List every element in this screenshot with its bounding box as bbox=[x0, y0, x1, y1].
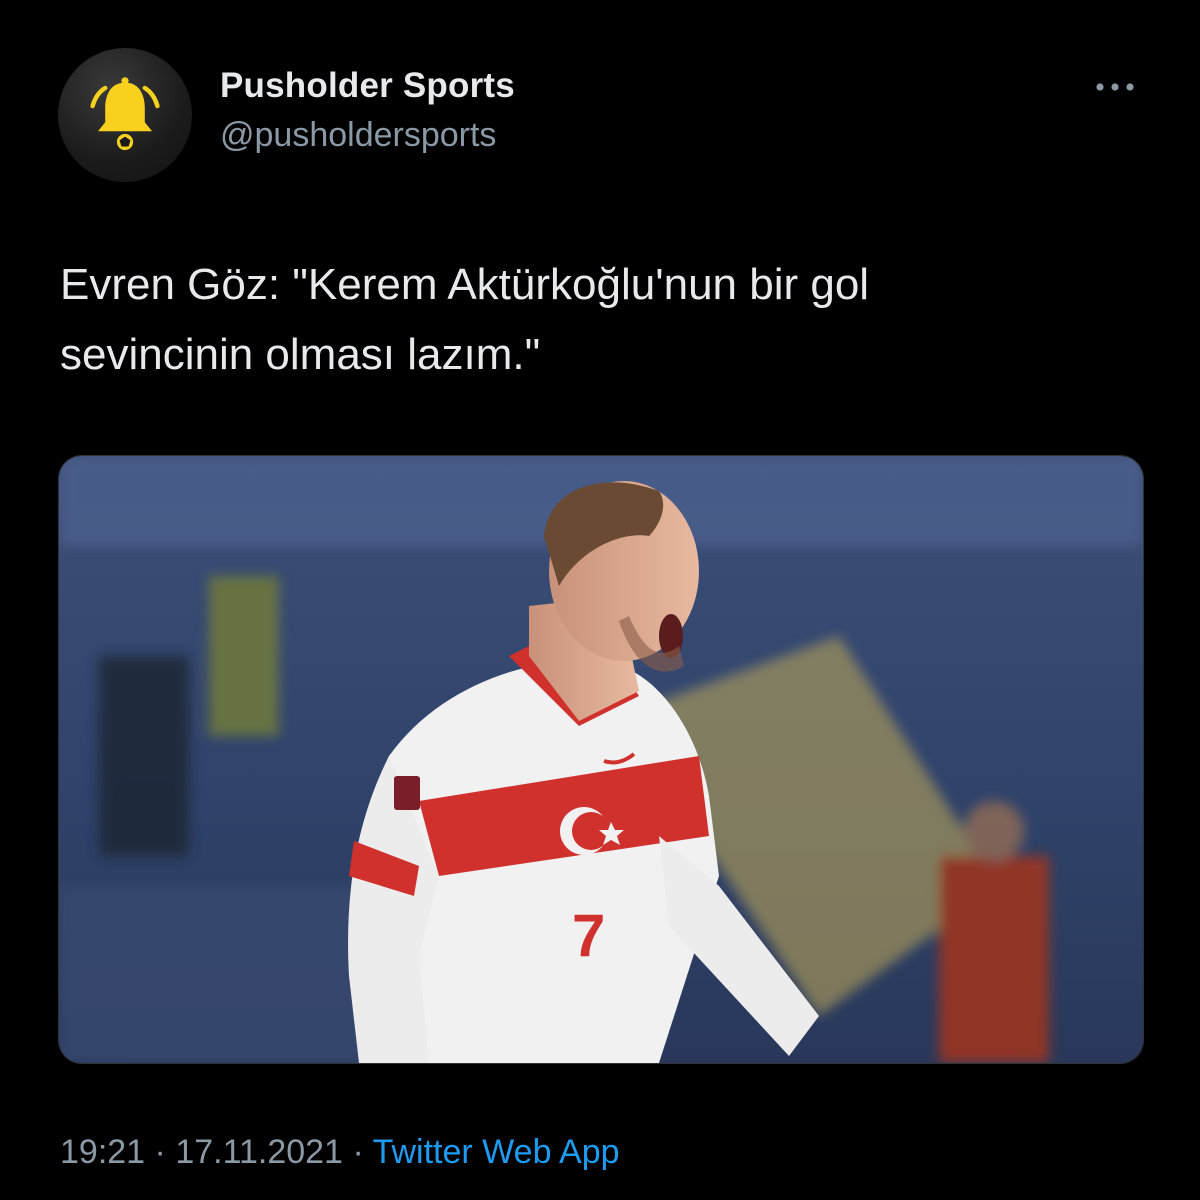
tweet-time[interactable]: 19:21 bbox=[60, 1133, 145, 1171]
tweet-date[interactable]: 17.11.2021 bbox=[175, 1133, 343, 1171]
display-name[interactable]: Pusholder Sports bbox=[220, 66, 515, 106]
bell-icon bbox=[90, 77, 160, 151]
tweet-card: Pusholder Sports @pusholdersports Evren … bbox=[0, 0, 1200, 1200]
shirt-number: 7 bbox=[572, 902, 605, 969]
avatar[interactable] bbox=[58, 48, 192, 182]
user-handle[interactable]: @pusholdersports bbox=[220, 116, 496, 155]
tweet-source-link[interactable]: Twitter Web App bbox=[373, 1133, 620, 1171]
tweet-text: Evren Göz: "Kerem Aktürkoğlu'nun bir gol… bbox=[60, 260, 870, 379]
separator: · bbox=[352, 1133, 364, 1171]
tweet-meta: 19:21 · 17.11.2021 · Twitter Web App bbox=[60, 1133, 620, 1172]
more-horizontal-icon bbox=[1096, 83, 1134, 91]
separator: · bbox=[154, 1133, 166, 1171]
tweet-photo[interactable]: 7 bbox=[58, 455, 1144, 1064]
more-options-button[interactable] bbox=[1090, 72, 1140, 102]
player-photo: 7 bbox=[59, 456, 1143, 1063]
